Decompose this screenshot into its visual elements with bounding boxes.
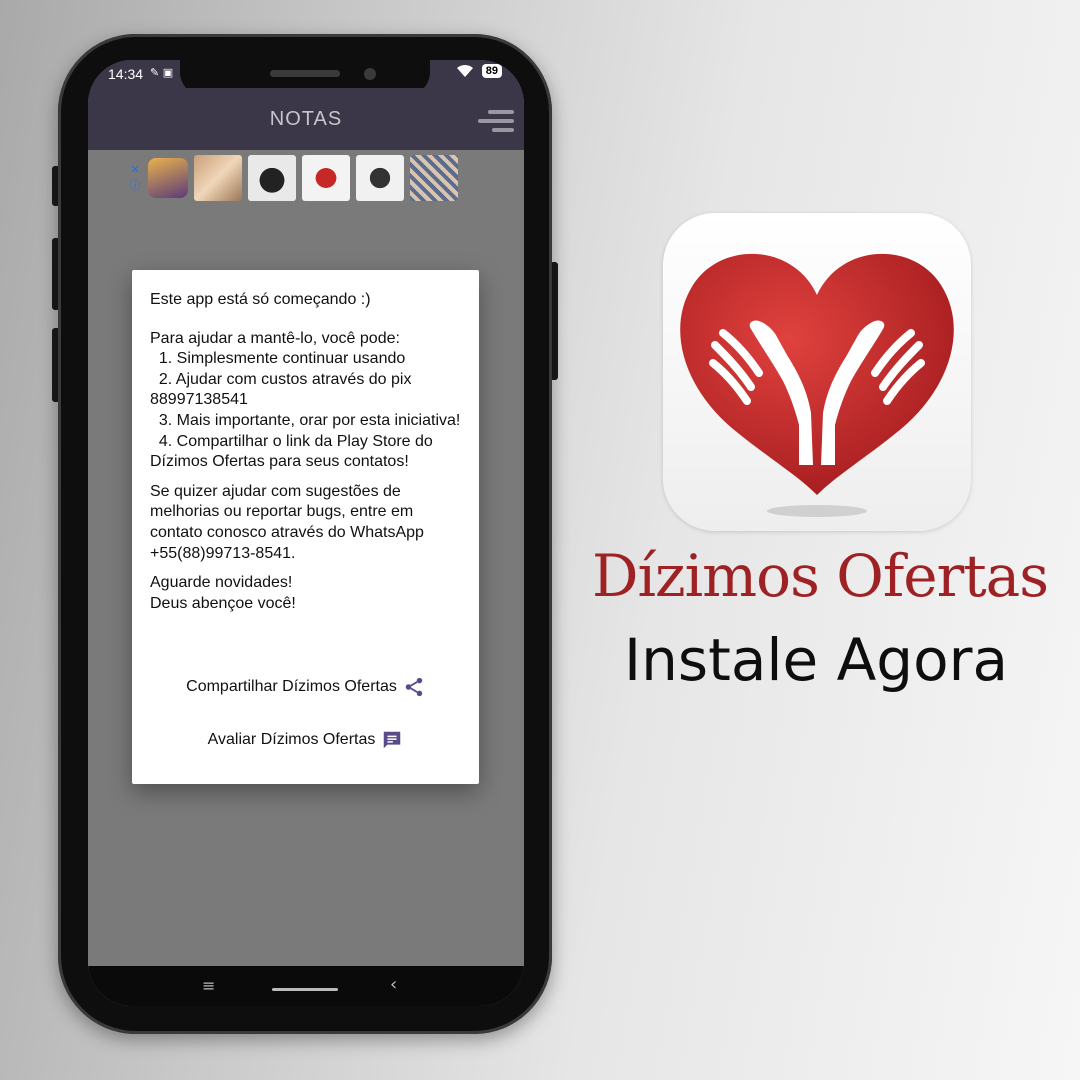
rate-button-label: Avaliar Dízimos Ofertas	[207, 730, 376, 748]
ad-thumbnail-hoverboard[interactable]	[302, 155, 350, 201]
dialog-item-2: 2. Ajudar com custos através do pix 8899…	[150, 370, 416, 409]
app-bar-title: NOTAS	[269, 108, 343, 130]
home-button[interactable]	[272, 988, 338, 991]
dialog-closing-2: Deus abençoe você!	[150, 594, 296, 612]
dialog-body: Este app está só começando :) Para ajuda…	[150, 290, 468, 614]
dialog-item-1: 1. Simplesmente continuar usando	[150, 350, 406, 368]
battery-indicator: 89	[481, 64, 502, 78]
recents-icon[interactable]: ≡	[202, 976, 215, 995]
install-tagline: Instale Agora	[624, 626, 1008, 694]
ad-close-icon[interactable]: ✕	[130, 162, 139, 178]
ad-thumbnail-ring[interactable]	[194, 155, 242, 201]
app-bar: NOTAS	[88, 88, 524, 150]
dialog-suggestions: Se quizer ajudar com sugestões de melhor…	[150, 482, 424, 562]
ad-controls: ✕ ⓘ	[128, 162, 142, 194]
back-icon[interactable]: ‹	[390, 974, 397, 995]
ad-info-icon[interactable]: ⓘ	[130, 178, 141, 194]
dialog-item-4: 4. Compartilhar o link da Play Store do …	[150, 432, 438, 471]
feedback-icon	[384, 731, 401, 749]
dialog-heading: Este app está só começando :)	[150, 291, 371, 308]
wifi-icon	[456, 64, 473, 77]
status-time: 14:34	[108, 66, 144, 82]
speaker	[270, 70, 340, 77]
share-button-label: Compartilhar Dízimos Ofertas	[186, 677, 397, 695]
share-icon	[405, 677, 423, 697]
share-button[interactable]: Compartilhar Dízimos Ofertas	[132, 676, 479, 698]
status-right: 89	[456, 64, 502, 78]
dialog-closing-1: Aguarde novidades!	[150, 574, 293, 592]
system-nav-bar: ≡ ‹	[88, 966, 524, 1006]
ad-banner[interactable]: ✕ ⓘ	[128, 152, 488, 204]
notification-icons: ✎ ▣	[150, 66, 174, 79]
ad-thumbnail-game[interactable]	[148, 158, 188, 198]
ad-thumbnail-fabric[interactable]	[410, 155, 458, 201]
ad-thumbnail-adapter[interactable]	[356, 155, 404, 201]
dialog-item-3: 3. Mais importante, orar por esta inicia…	[150, 411, 461, 429]
dialog-intro: Para ajudar a mantê-lo, você pode:	[150, 329, 400, 347]
rate-button[interactable]: Avaliar Dízimos Ofertas	[132, 729, 479, 751]
support-dialog: Este app está só começando :) Para ajuda…	[132, 270, 479, 784]
app-icon	[663, 213, 971, 531]
front-camera	[364, 68, 376, 80]
ad-thumbnail-charger[interactable]	[248, 155, 296, 201]
menu-icon[interactable]	[478, 110, 514, 132]
brand-title: Dízimos Ofertas	[592, 542, 1049, 610]
heart-hands-logo	[680, 253, 954, 517]
